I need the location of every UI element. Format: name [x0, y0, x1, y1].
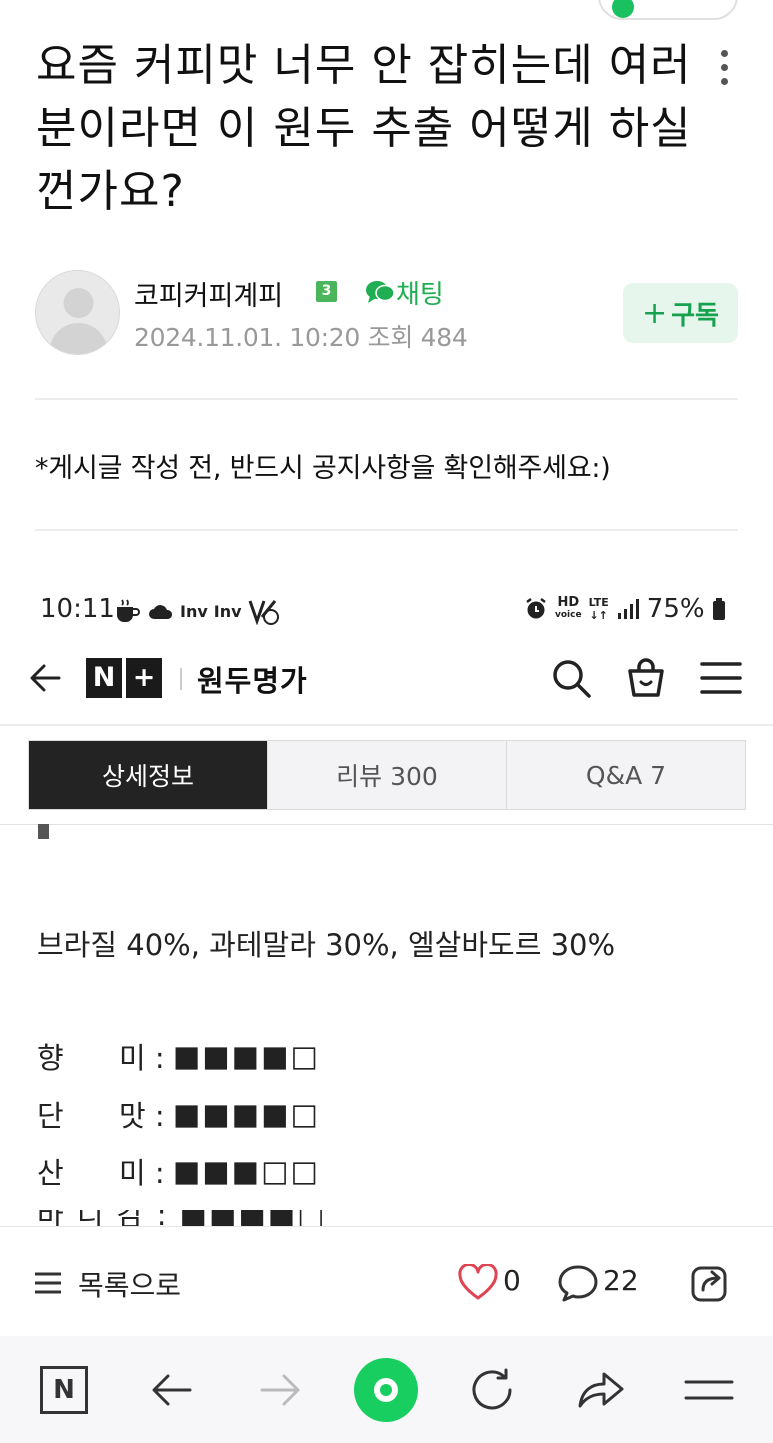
like-count: 0 [503, 1264, 521, 1297]
cloud-icon [149, 605, 173, 619]
divider [0, 724, 773, 726]
hamburger-menu-icon[interactable] [700, 660, 742, 696]
store-name[interactable]: 원두명가 [197, 658, 308, 700]
list-icon[interactable] [34, 1270, 62, 1296]
shopping-bag-icon[interactable] [624, 655, 668, 699]
product-tabs: 상세정보 리뷰 300 Q&A 7 [28, 740, 746, 810]
green-dot-button[interactable] [354, 1358, 418, 1422]
battery-icon [712, 598, 725, 620]
comment-icon[interactable] [558, 1264, 598, 1302]
heart-icon[interactable] [458, 1262, 498, 1302]
chat-link[interactable]: 채팅 [396, 274, 444, 311]
status-right: HD voice LTE ↓↑ 75% [524, 594, 726, 624]
plus-icon: + [642, 295, 668, 331]
reload-icon[interactable] [470, 1366, 516, 1414]
inven-icon: Inv [213, 601, 242, 621]
category-link-cut[interactable] [36, 0, 236, 8]
rating-label: 단 맛 : [37, 1099, 165, 1133]
naver-home-icon[interactable]: N [40, 1366, 88, 1414]
post-title: 요즘 커피맛 너무 안 잡히는데 여러분이라면 이 원두 추출 어떻게 하실껀가… [36, 40, 692, 217]
status-time: 10:11 [40, 594, 115, 624]
status-notification-icons: Inv Inv [114, 596, 280, 626]
comment-count: 22 [603, 1264, 639, 1297]
rating-row-body-cutoff: 바 디 감 : ■■■■□ [37, 1210, 337, 1226]
cutoff-text: 바 디 감 : ■■■■□ [37, 1210, 337, 1226]
browser-forward-icon[interactable] [258, 1370, 302, 1410]
browser-menu-icon[interactable] [684, 1374, 734, 1406]
author-name[interactable]: 코피커피계피 [134, 274, 283, 313]
more-options-icon[interactable] [712, 50, 736, 90]
signal-icon [617, 599, 639, 619]
rating-value: ■■■■□ [173, 1039, 320, 1073]
subscribe-label: 구독 [671, 300, 719, 331]
signal-app-icon [248, 600, 279, 625]
divider [35, 398, 738, 400]
chat-icon[interactable] [365, 279, 395, 305]
rating-row-acidity: 산 미 : ■■■□□ [37, 1151, 320, 1191]
separator [180, 668, 182, 690]
cafe-join-button-cut[interactable] [598, 0, 738, 20]
search-icon[interactable] [550, 657, 592, 699]
cutoff-mark [38, 824, 49, 839]
battery-percent: 75% [646, 594, 705, 624]
naver-plus-logo[interactable]: N + [86, 658, 166, 698]
lte-icon: LTE ↓↑ [588, 596, 609, 622]
back-arrow-icon[interactable] [28, 660, 64, 696]
divider [35, 529, 738, 531]
blend-composition: 브라질 40%, 과테말라 30%, 엘살바도르 30% [37, 928, 616, 962]
rating-value: ■■■□□ [173, 1154, 320, 1188]
rating-label: 향 미 : [37, 1041, 165, 1075]
rating-value: ■■■■□ [173, 1097, 320, 1131]
subscribe-button[interactable]: + 구독 [623, 283, 738, 343]
browser-share-icon[interactable] [576, 1366, 626, 1412]
inven-icon: Inv [180, 601, 208, 621]
hd-voice-icon: HD voice [555, 595, 582, 620]
rating-row-aroma: 향 미 : ■■■■□ [37, 1036, 320, 1076]
rating-row-sweetness: 단 맛 : ■■■■□ [37, 1094, 320, 1134]
coffee-icon [117, 599, 140, 622]
alarm-icon [526, 598, 546, 619]
avatar[interactable] [35, 270, 120, 355]
tab-reviews[interactable]: 리뷰 300 [267, 741, 506, 809]
tab-details[interactable]: 상세정보 [29, 741, 267, 809]
tab-qna[interactable]: Q&A 7 [506, 741, 745, 809]
share-icon[interactable] [690, 1262, 732, 1304]
back-to-list-button[interactable]: 목록으로 [78, 1264, 181, 1304]
member-level-badge: 3 [316, 281, 337, 302]
divider [0, 824, 773, 825]
browser-back-icon[interactable] [150, 1370, 194, 1410]
notice-text: *게시글 작성 전, 반드시 공지사항을 확인해주세요:) [35, 453, 611, 484]
post-meta: 2024.11.01. 10:20 조회 484 [134, 323, 468, 352]
rating-label: 산 미 : [37, 1156, 165, 1190]
